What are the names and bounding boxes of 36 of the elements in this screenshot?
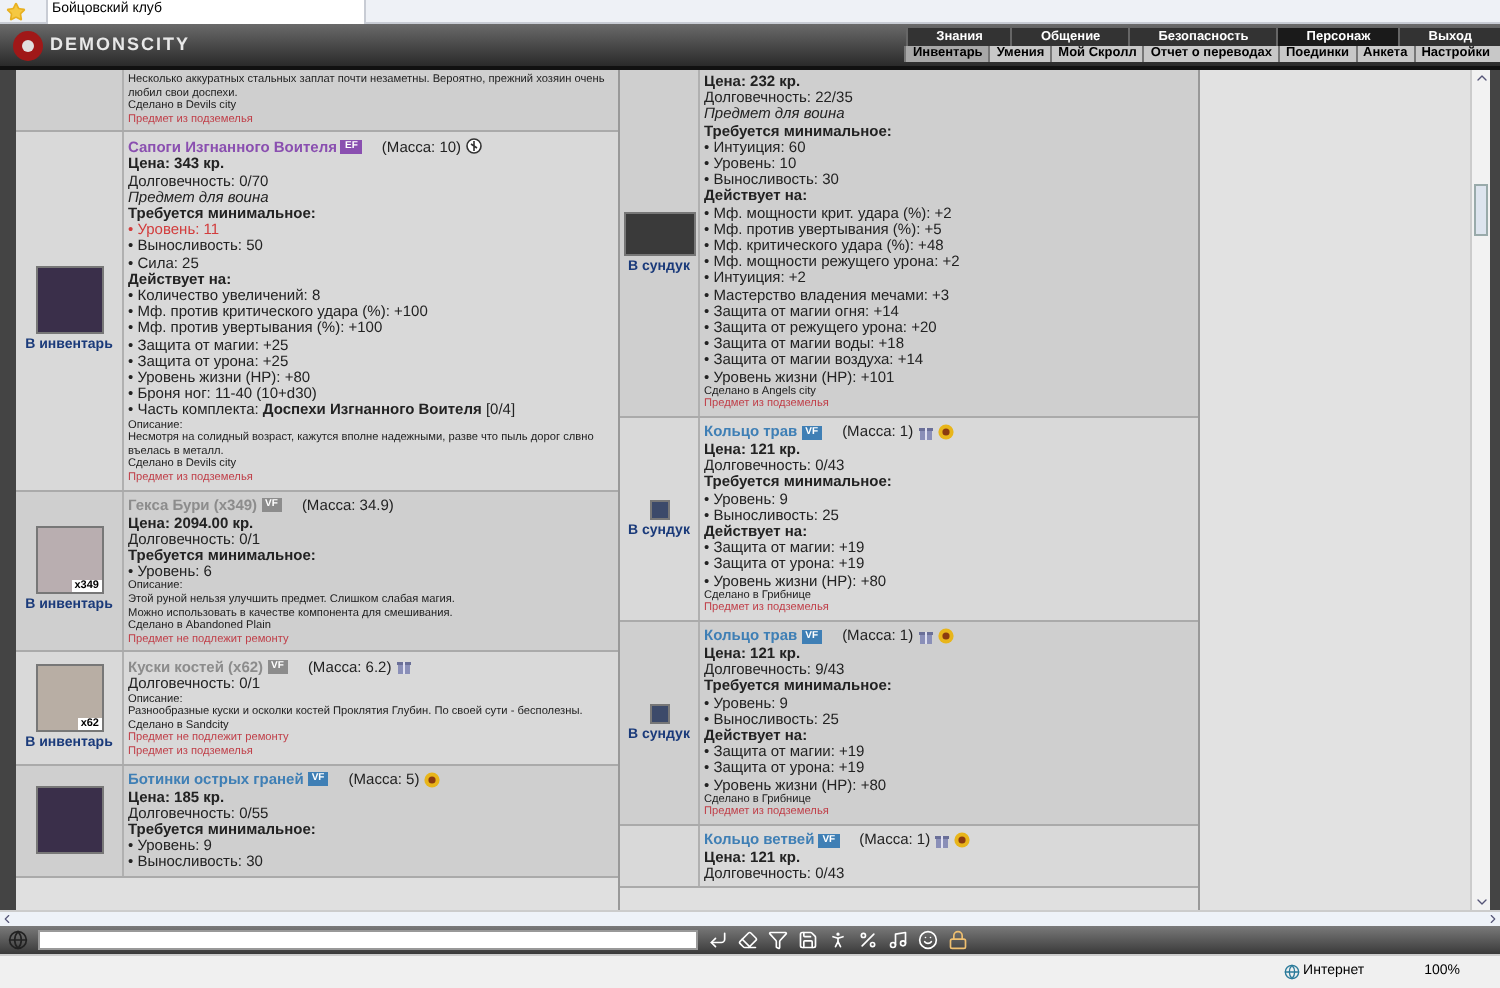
favorites-star-icon[interactable] xyxy=(6,1,26,21)
save-icon[interactable] xyxy=(798,930,818,950)
item-picture xyxy=(35,266,103,335)
item-picture xyxy=(623,211,695,256)
gift-icon xyxy=(917,424,934,441)
game-logo: DEMONSCITY xyxy=(50,31,191,58)
lock-icon[interactable] xyxy=(948,930,968,950)
percent-icon[interactable] xyxy=(858,930,878,950)
eraser-icon[interactable] xyxy=(738,930,758,950)
music-icon[interactable] xyxy=(888,930,908,950)
medal-icon xyxy=(954,832,971,849)
globe-icon[interactable] xyxy=(8,930,28,950)
scroll-down-icon[interactable] xyxy=(1473,894,1489,910)
vertical-scrollbar[interactable] xyxy=(1470,70,1490,910)
horizontal-scrollbar[interactable] xyxy=(0,910,1500,926)
person-icon[interactable] xyxy=(828,930,848,950)
scroll-left-icon[interactable] xyxy=(0,912,14,926)
smile-icon[interactable] xyxy=(918,930,938,950)
rune-icon xyxy=(465,138,482,155)
scroll-up-icon[interactable] xyxy=(1473,70,1489,86)
gift-icon xyxy=(917,628,934,645)
chat-input-field[interactable] xyxy=(38,930,698,950)
gift-icon xyxy=(934,832,951,849)
enter-icon[interactable] xyxy=(708,930,728,950)
medal-icon xyxy=(937,628,954,645)
item-picture xyxy=(649,499,669,520)
medal-icon xyxy=(423,771,440,788)
scroll-thumb[interactable] xyxy=(1474,184,1488,236)
emblem-icon xyxy=(12,29,44,61)
item-picture xyxy=(35,786,103,855)
filter-icon[interactable] xyxy=(768,930,788,950)
scroll-right-icon[interactable] xyxy=(1486,912,1500,926)
zone-globe-icon xyxy=(1283,964,1300,980)
item-picture xyxy=(649,703,669,724)
medal-icon xyxy=(937,424,954,441)
gift-icon xyxy=(395,658,412,675)
